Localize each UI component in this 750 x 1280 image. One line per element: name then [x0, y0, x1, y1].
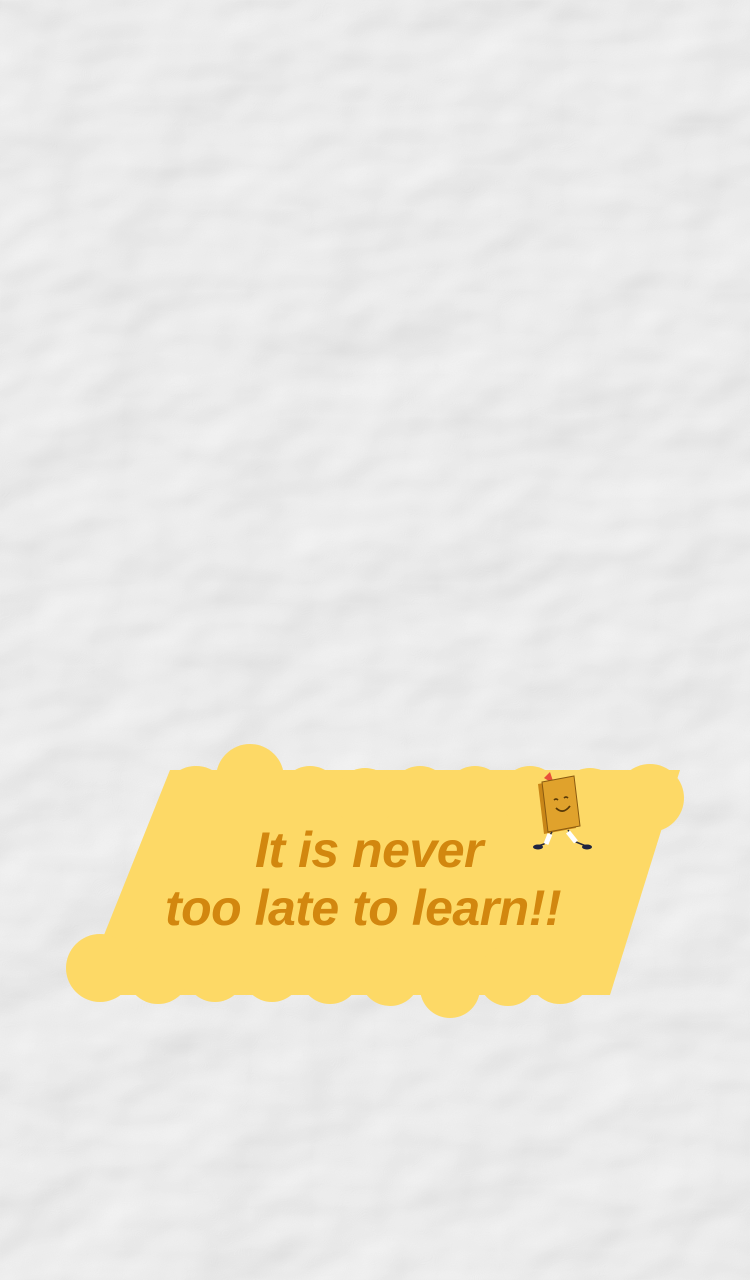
quote-line-2: too late to learn!! — [164, 880, 562, 936]
quote-line-1: It is never — [255, 822, 483, 878]
quote-banner — [66, 744, 684, 1018]
walking-book-icon — [533, 772, 592, 850]
